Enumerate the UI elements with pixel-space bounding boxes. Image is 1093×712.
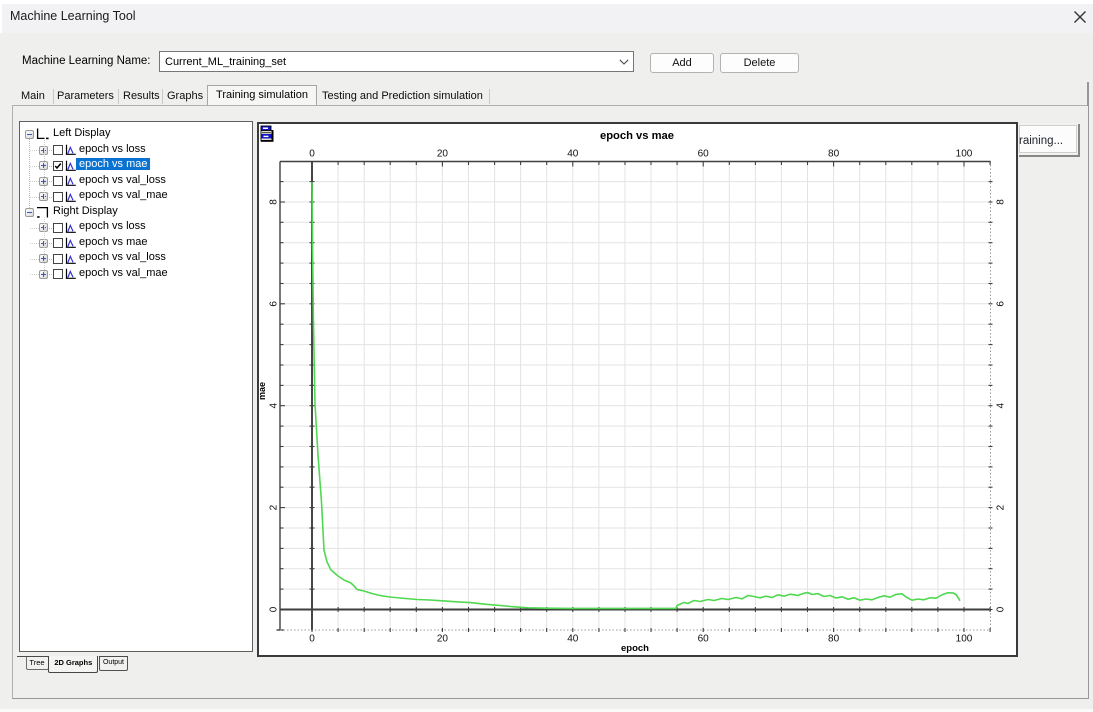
svg-text:4: 4 (269, 402, 280, 408)
svg-text:0: 0 (309, 634, 315, 645)
svg-text:6: 6 (996, 301, 1007, 307)
svg-text:8: 8 (269, 199, 280, 205)
svg-text:40: 40 (567, 149, 579, 160)
svg-text:epoch vs mae: epoch vs mae (600, 130, 674, 142)
svg-text:6: 6 (269, 301, 280, 307)
svg-text:epoch: epoch (621, 643, 649, 654)
svg-text:80: 80 (828, 149, 840, 160)
svg-text:60: 60 (698, 634, 710, 645)
svg-text:100: 100 (956, 149, 973, 160)
svg-text:0: 0 (309, 149, 315, 160)
svg-text:8: 8 (996, 199, 1007, 205)
svg-text:60: 60 (698, 149, 710, 160)
svg-text:2: 2 (996, 504, 1007, 510)
svg-text:20: 20 (437, 149, 449, 160)
svg-text:40: 40 (567, 634, 579, 645)
svg-text:mae: mae (259, 382, 267, 400)
svg-text:0: 0 (269, 606, 280, 612)
svg-text:80: 80 (828, 634, 840, 645)
svg-text:20: 20 (437, 634, 449, 645)
svg-text:4: 4 (996, 402, 1007, 408)
svg-text:100: 100 (956, 634, 973, 645)
svg-text:0: 0 (996, 606, 1007, 612)
svg-text:2: 2 (269, 504, 280, 510)
